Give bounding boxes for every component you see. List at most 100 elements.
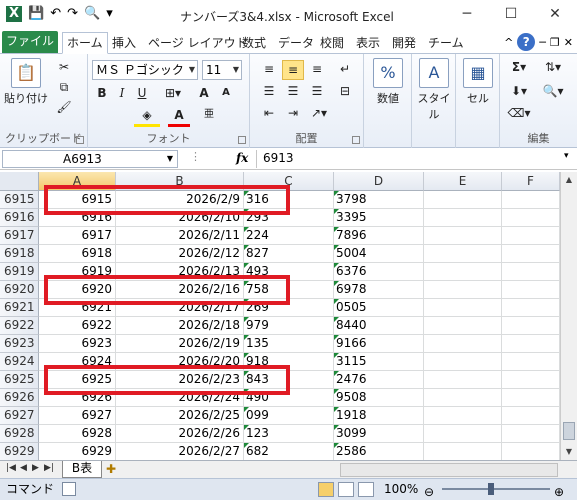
cell-f[interactable] xyxy=(502,227,560,245)
cell-c[interactable]: 293 xyxy=(244,209,334,227)
close-button[interactable]: ✕ xyxy=(533,0,577,30)
cell-c[interactable]: 490 xyxy=(244,389,334,407)
row-header[interactable]: 6922 xyxy=(0,317,39,335)
cell-c[interactable]: 843 xyxy=(244,371,334,389)
cell-a[interactable]: 6923 xyxy=(39,335,116,353)
cell-f[interactable] xyxy=(502,389,560,407)
next-sheet-icon[interactable]: ▶ xyxy=(32,463,39,473)
cell-b[interactable]: 2026/2/27 xyxy=(116,443,244,461)
cell-e[interactable] xyxy=(424,371,502,389)
row-header[interactable]: 6920 xyxy=(0,281,39,299)
zoom-slider-knob[interactable] xyxy=(488,483,494,495)
tab-view[interactable]: 表示 xyxy=(352,33,384,54)
phonetic-icon[interactable]: 亜 xyxy=(198,106,220,124)
cell-d[interactable]: 6376 xyxy=(334,263,424,281)
cell-a[interactable]: 6928 xyxy=(39,425,116,443)
macro-record-icon[interactable] xyxy=(62,482,76,496)
insert-sheet-icon[interactable]: ✚ xyxy=(106,462,116,476)
align-middle-icon[interactable]: ≡ xyxy=(282,60,304,80)
align-left-icon[interactable]: ☰ xyxy=(258,82,280,100)
cell-c[interactable]: 135 xyxy=(244,335,334,353)
column-header-c[interactable]: C xyxy=(244,172,334,191)
cell-f[interactable] xyxy=(502,317,560,335)
page-layout-view-icon[interactable] xyxy=(338,482,354,497)
horizontal-scrollbar[interactable] xyxy=(340,463,558,477)
cell-b[interactable]: 2026/2/19 xyxy=(116,335,244,353)
cell-b[interactable]: 2026/2/26 xyxy=(116,425,244,443)
cell-b[interactable]: 2026/2/16 xyxy=(116,281,244,299)
cell-f[interactable] xyxy=(502,245,560,263)
workbook-close-icon[interactable]: ✕ xyxy=(564,36,573,49)
cell-c[interactable]: 827 xyxy=(244,245,334,263)
cell-f[interactable] xyxy=(502,263,560,281)
wrap-text-icon[interactable]: ↵ xyxy=(334,60,356,78)
row-header[interactable]: 6924 xyxy=(0,353,39,371)
normal-view-icon[interactable] xyxy=(318,482,334,497)
formula-input[interactable]: 6913 xyxy=(256,150,560,168)
cell-b[interactable]: 2026/2/23 xyxy=(116,371,244,389)
select-all-corner[interactable] xyxy=(0,172,39,191)
sort-filter-icon[interactable]: ⇅▾ xyxy=(538,58,568,76)
name-box[interactable]: A6913 ▼ xyxy=(2,150,178,168)
cell-c[interactable]: 316 xyxy=(244,191,334,209)
row-header[interactable]: 6916 xyxy=(0,209,39,227)
tab-home[interactable]: ホーム xyxy=(62,32,108,54)
tab-file[interactable]: ファイル xyxy=(2,31,58,53)
cell-d[interactable]: 3099 xyxy=(334,425,424,443)
font-size-select[interactable]: 11 ▼ xyxy=(202,60,242,80)
expand-formula-bar-icon[interactable]: ▾ xyxy=(564,151,569,161)
minimize-button[interactable]: ─ xyxy=(445,0,489,30)
workbook-minimize-icon[interactable]: ─ xyxy=(539,36,546,49)
cell-e[interactable] xyxy=(424,281,502,299)
format-painter-icon[interactable]: 🖌 xyxy=(56,98,72,116)
maximize-button[interactable]: ☐ xyxy=(489,0,533,30)
tab-page-layout[interactable]: ページ レイアウト xyxy=(144,33,252,54)
cell-b[interactable]: 2026/2/11 xyxy=(116,227,244,245)
cell-e[interactable] xyxy=(424,191,502,209)
clipboard-launcher-icon[interactable] xyxy=(76,136,84,144)
column-header-a[interactable]: A xyxy=(39,172,116,191)
tab-team[interactable]: チーム xyxy=(424,33,468,54)
cell-f[interactable] xyxy=(502,353,560,371)
cell-d[interactable]: 8440 xyxy=(334,317,424,335)
cell-f[interactable] xyxy=(502,209,560,227)
cell-b[interactable]: 2026/2/18 xyxy=(116,317,244,335)
scroll-up-icon[interactable]: ▲ xyxy=(561,172,577,188)
font-launcher-icon[interactable] xyxy=(238,136,246,144)
font-name-select[interactable]: ＭＳ Ｐゴシック ▼ xyxy=(92,60,198,80)
paste-button[interactable]: 📋 貼り付け xyxy=(4,58,48,106)
sheet-tab[interactable]: B表 xyxy=(62,461,102,478)
cell-e[interactable] xyxy=(424,407,502,425)
cell-d[interactable]: 3395 xyxy=(334,209,424,227)
cell-b[interactable]: 2026/2/12 xyxy=(116,245,244,263)
cell-c[interactable]: 224 xyxy=(244,227,334,245)
tab-review[interactable]: 校閲 xyxy=(316,33,348,54)
cell-c[interactable]: 682 xyxy=(244,443,334,461)
scroll-thumb[interactable] xyxy=(563,422,575,440)
cell-b[interactable]: 2026/2/17 xyxy=(116,299,244,317)
align-top-icon[interactable]: ≡ xyxy=(258,60,280,78)
cell-e[interactable] xyxy=(424,299,502,317)
row-header[interactable]: 6929 xyxy=(0,443,39,461)
column-header-f[interactable]: F xyxy=(502,172,560,191)
cell-f[interactable] xyxy=(502,371,560,389)
cell-e[interactable] xyxy=(424,209,502,227)
zoom-slider[interactable] xyxy=(442,488,550,490)
shrink-font-icon[interactable]: A xyxy=(216,84,236,102)
cells-button[interactable]: ▦ セル xyxy=(458,58,498,106)
cell-b[interactable]: 2026/2/24 xyxy=(116,389,244,407)
cell-e[interactable] xyxy=(424,245,502,263)
cell-a[interactable]: 6916 xyxy=(39,209,116,227)
fill-color-button[interactable]: ◈ xyxy=(134,106,160,127)
borders-button[interactable]: ⊞▾ xyxy=(160,84,186,102)
copy-icon[interactable]: ⧉ xyxy=(56,78,72,96)
tab-formulas[interactable]: 数式 xyxy=(238,33,270,54)
clear-icon[interactable]: ⌫▾ xyxy=(506,104,532,122)
cell-d[interactable]: 5004 xyxy=(334,245,424,263)
cell-e[interactable] xyxy=(424,353,502,371)
row-header[interactable]: 6919 xyxy=(0,263,39,281)
grow-font-icon[interactable]: A xyxy=(194,84,214,102)
page-break-view-icon[interactable] xyxy=(358,482,374,497)
row-header[interactable]: 6927 xyxy=(0,407,39,425)
first-sheet-icon[interactable]: |◀ xyxy=(6,463,16,473)
